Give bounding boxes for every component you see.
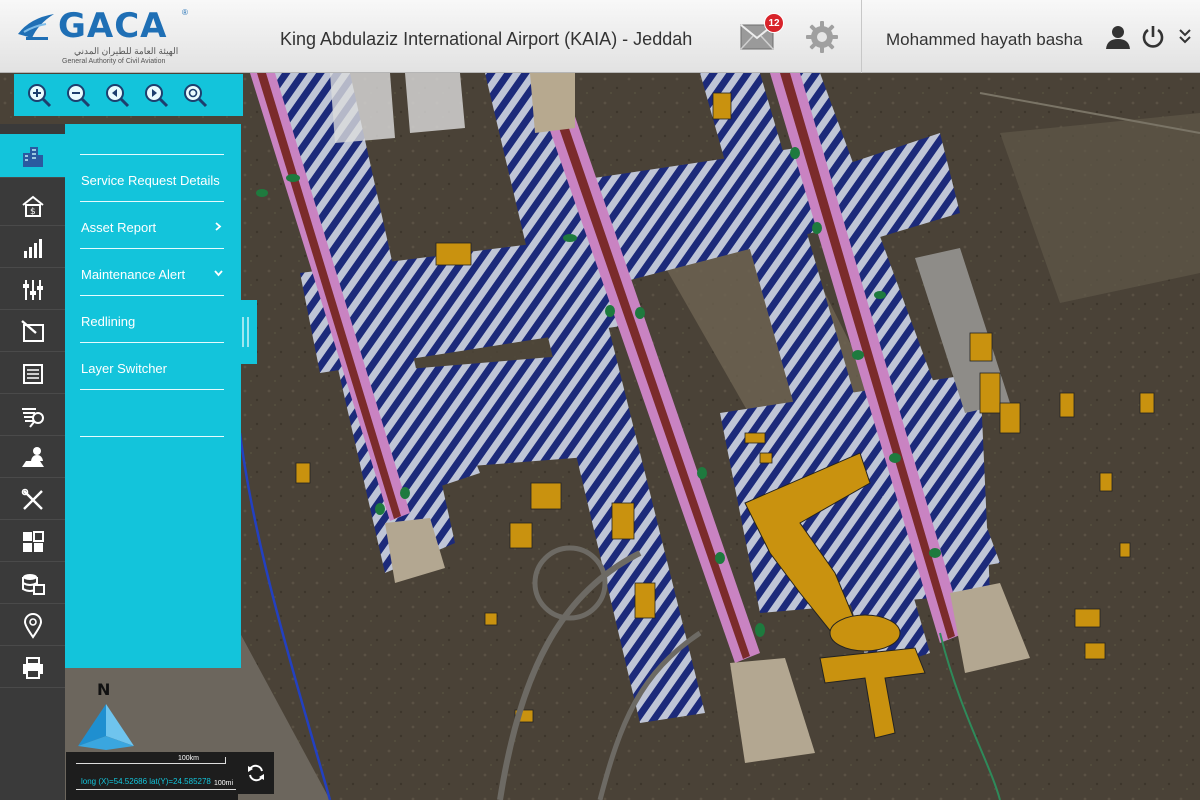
- person-map-icon: [21, 446, 44, 467]
- power-icon[interactable]: [1140, 24, 1166, 50]
- sidebar-rail: $: [0, 124, 65, 800]
- logo-arabic-name: الهيئة العامة للطيران المدني: [74, 46, 179, 56]
- menu-item-label: Service Request Details: [81, 173, 220, 188]
- gaca-logo[interactable]: GACA ® الهيئة العامة للطيران المدني Gene…: [14, 6, 190, 68]
- airport-title: King Abdulaziz International Airport (KA…: [280, 29, 693, 49]
- sidebar-item-location-pin[interactable]: [0, 606, 65, 646]
- menu-item-redlining[interactable]: Redlining: [80, 296, 224, 343]
- refresh-button[interactable]: [238, 752, 274, 794]
- menu-item-layer-switcher[interactable]: Layer Switcher: [80, 343, 224, 390]
- list-icon: [22, 363, 43, 384]
- location-pin-icon: [23, 612, 42, 639]
- scale-tick-km: [225, 757, 226, 764]
- refresh-icon: [248, 764, 264, 782]
- print-icon: [22, 656, 43, 679]
- chart-icon: [23, 238, 42, 258]
- logo-english-name: General Authority of Civil Aviation: [62, 58, 166, 65]
- sidebar-item-asset-value[interactable]: $: [0, 186, 65, 226]
- scale-line-km: [76, 763, 226, 764]
- grip-line-icon: [247, 317, 249, 347]
- full-extent-icon[interactable]: [182, 82, 208, 108]
- sidebar-item-database-report[interactable]: [0, 564, 65, 604]
- scale-bar: 100km long (X)=54.52686 lat(Y)=24.585278…: [66, 752, 238, 800]
- sidebar-item-buildings[interactable]: [0, 134, 65, 178]
- mail-count-badge[interactable]: 12: [764, 13, 784, 33]
- gaca-emblem-icon: [18, 14, 54, 40]
- header-divider: [861, 0, 862, 73]
- buildings-icon: [22, 146, 43, 167]
- logo-registered-mark: ®: [182, 8, 188, 17]
- menu-item-label: Maintenance Alert: [81, 267, 186, 282]
- coordinate-readout: long (X)=54.52686 lat(Y)=24.585278: [81, 777, 211, 786]
- sidebar-item-sliders[interactable]: [0, 270, 65, 310]
- panel-resize-handle[interactable]: [236, 300, 257, 364]
- menu-item-asset-report[interactable]: Asset Report: [80, 202, 224, 249]
- scale-label-km: 100km: [178, 755, 200, 762]
- scale-line-mi: [76, 789, 236, 790]
- north-label: N: [97, 680, 111, 699]
- tools-icon: [21, 488, 43, 510]
- sidebar-item-chart[interactable]: [0, 228, 65, 268]
- layers-search-icon: [21, 407, 44, 428]
- user-name: Mohammed hayath basha: [886, 30, 1083, 49]
- chevron-right-icon: [215, 222, 222, 231]
- sidebar-item-person-map[interactable]: [0, 438, 65, 478]
- next-extent-icon[interactable]: [143, 82, 169, 108]
- sidebar-item-list[interactable]: [0, 354, 65, 394]
- menu-item-label: Redlining: [81, 314, 136, 329]
- zoom-toolbar: [14, 74, 243, 116]
- user-icon[interactable]: [1105, 24, 1131, 50]
- grip-line-icon: [242, 317, 244, 347]
- zoom-in-icon[interactable]: [26, 82, 52, 108]
- menu-item-label: Asset Report: [81, 220, 157, 235]
- app-header: GACA ® الهيئة العامة للطيران المدني Gene…: [0, 0, 1200, 73]
- sidebar-item-layers-search[interactable]: [0, 396, 65, 436]
- asset-value-icon: $: [21, 195, 44, 217]
- sidebar-item-tools[interactable]: [0, 480, 65, 520]
- menu-item-label: Layer Switcher: [81, 361, 167, 376]
- scale-label-mi: 100mi: [214, 780, 234, 787]
- grid-icon: [22, 530, 44, 552]
- svg-text:$: $: [30, 207, 36, 217]
- settings-gear-icon[interactable]: [805, 20, 839, 54]
- menu-item-maintenance-alert[interactable]: Maintenance Alert: [80, 249, 224, 296]
- north-arrow-icon: [78, 704, 134, 750]
- logo-wordmark: GACA: [58, 6, 168, 46]
- previous-extent-icon[interactable]: [104, 82, 130, 108]
- sliders-icon: [22, 279, 43, 300]
- menu-item-service-request-details[interactable]: Service Request Details: [80, 155, 224, 202]
- redline-icon: [20, 319, 44, 342]
- sidebar-item-grid[interactable]: [0, 522, 65, 562]
- double-chevron-down-icon[interactable]: [1178, 26, 1192, 48]
- sidebar-item-print[interactable]: [0, 648, 65, 688]
- sidebar-item-redline[interactable]: [0, 312, 65, 352]
- menu-item-empty[interactable]: [80, 390, 224, 437]
- north-arrow: N: [72, 678, 142, 752]
- tools-panel: Service Request Details Asset Report Mai…: [65, 124, 241, 668]
- zoom-out-icon[interactable]: [65, 82, 91, 108]
- database-report-icon: [21, 573, 45, 595]
- chevron-down-icon: [214, 270, 223, 277]
